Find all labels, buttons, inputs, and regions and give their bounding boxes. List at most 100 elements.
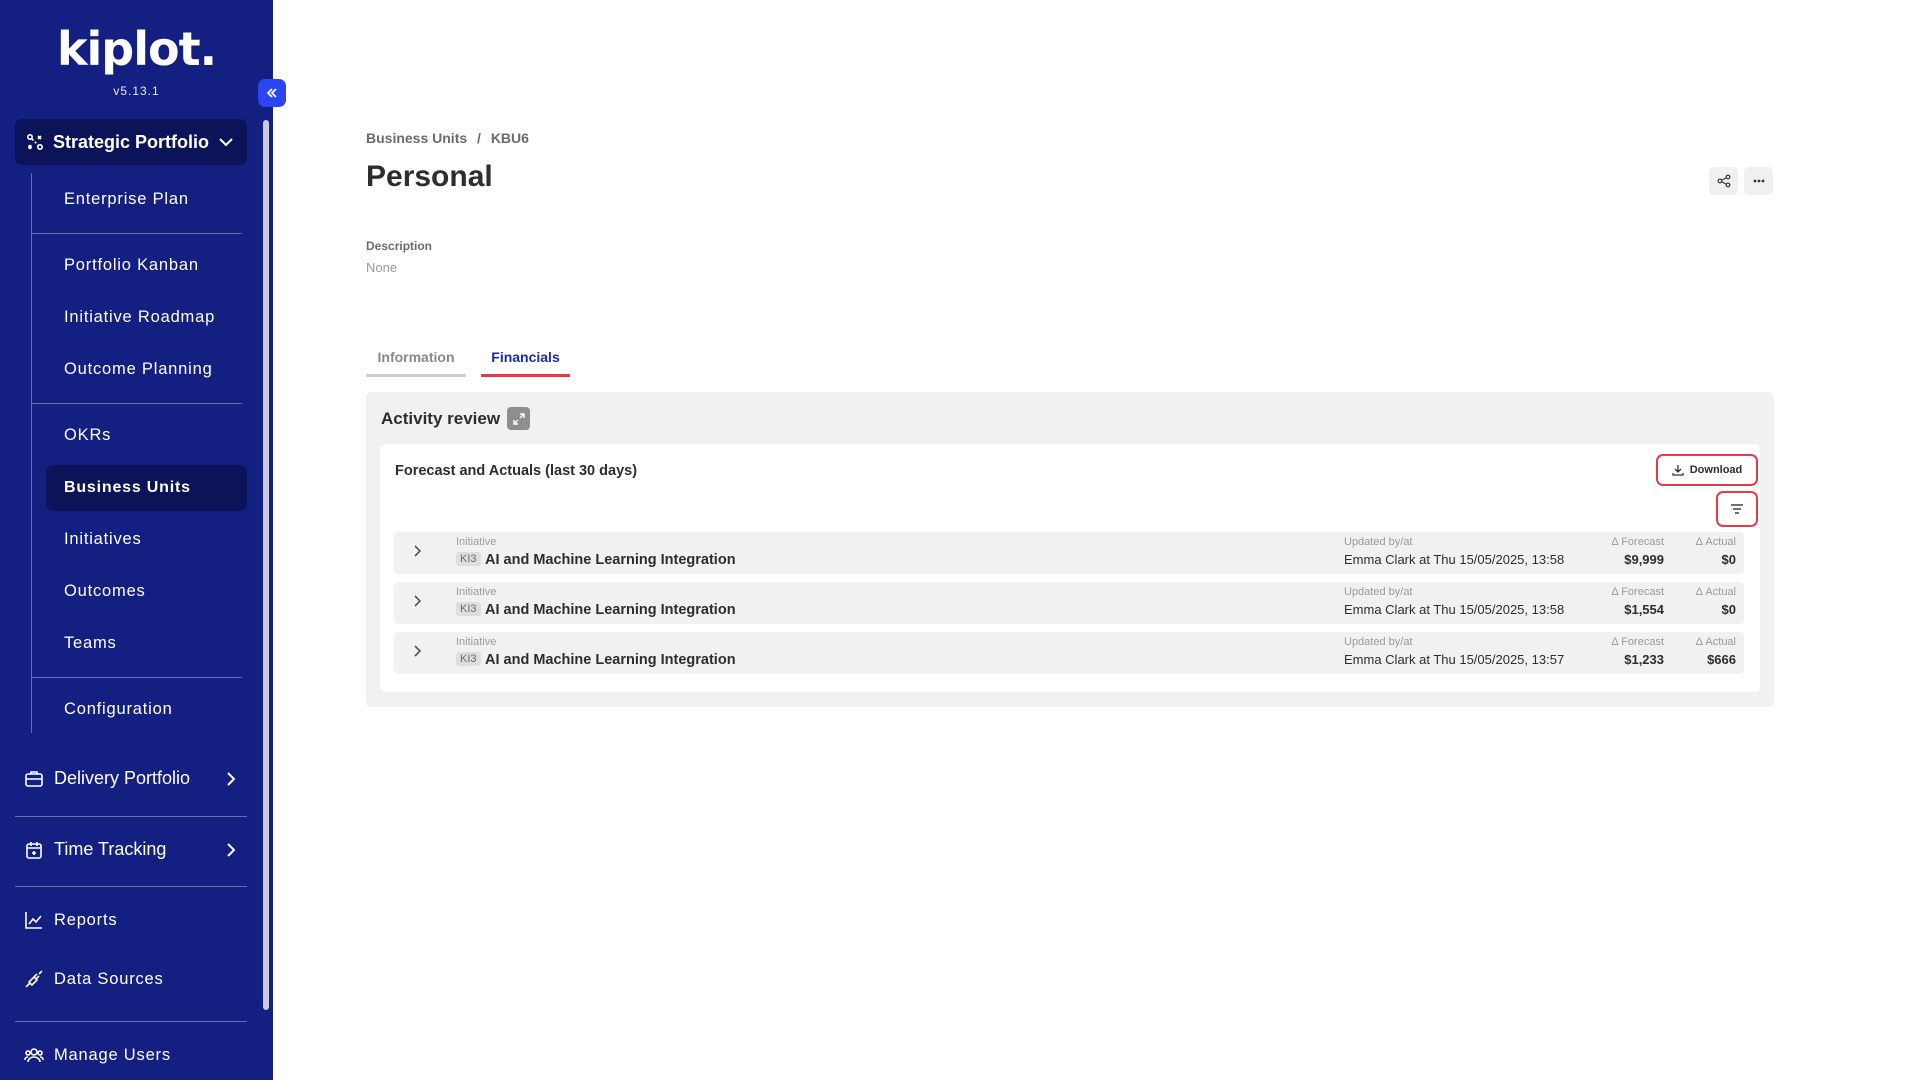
tab-financials[interactable]: Financials <box>481 349 570 377</box>
chevron-right-icon <box>227 842 236 857</box>
delivery-portfolio-label: Delivery Portfolio <box>54 768 191 788</box>
forecast-value: $1,233 <box>1624 652 1664 667</box>
sidebar-item-business-units[interactable]: Business Units <box>46 465 247 511</box>
expand-icon <box>512 412 525 425</box>
forecast-label: Δ Forecast <box>1611 636 1664 648</box>
download-icon <box>1672 465 1684 476</box>
table-row[interactable]: Initiative KI3 AI and Machine Learning I… <box>394 632 1744 674</box>
row-key-badge: KI3 <box>456 552 481 566</box>
actual-label: Δ Actual <box>1695 636 1736 648</box>
updated-label: Updated by/at <box>1344 536 1413 548</box>
app-version: v5.13.1 <box>113 84 160 98</box>
sidebar-item-portfolio-kanban[interactable]: Portfolio Kanban <box>64 256 199 275</box>
actual-label: Δ Actual <box>1695 586 1736 598</box>
divider <box>32 403 242 404</box>
sidebar-item-teams[interactable]: Teams <box>64 634 117 653</box>
sidebar-item-outcomes[interactable]: Outcomes <box>64 582 146 601</box>
data-sources-label: Data Sources <box>54 969 164 988</box>
table-row[interactable]: Initiative KI3 AI and Machine Learning I… <box>394 532 1744 574</box>
divider <box>15 816 247 817</box>
users-icon <box>24 1048 44 1063</box>
chevron-right-icon[interactable] <box>410 544 424 558</box>
row-key-badge: KI3 <box>456 602 481 616</box>
sidebar-item-okrs[interactable]: OKRs <box>64 426 111 445</box>
share-icon <box>1717 174 1730 188</box>
forecast-actuals-card: Forecast and Actuals (last 30 days) Down… <box>380 444 1760 692</box>
divider <box>32 677 242 678</box>
row-name[interactable]: AI and Machine Learning Integration <box>485 602 736 618</box>
divider <box>15 1021 247 1022</box>
collapse-sidebar-button[interactable] <box>258 79 286 107</box>
download-button[interactable]: Download <box>1656 454 1758 486</box>
sidebar-item-time-tracking[interactable]: Time Tracking <box>24 839 239 860</box>
chevron-right-icon[interactable] <box>410 644 424 658</box>
row-key-badge: KI3 <box>456 652 481 666</box>
table-row[interactable]: Initiative KI3 AI and Machine Learning I… <box>394 582 1744 624</box>
chevron-right-icon <box>227 771 236 786</box>
row-type: Initiative <box>456 536 497 548</box>
actual-value: $0 <box>1721 602 1736 617</box>
sidebar-item-enterprise-plan[interactable]: Enterprise Plan <box>64 190 189 209</box>
row-type: Initiative <box>456 586 497 598</box>
forecast-actuals-title: Forecast and Actuals (last 30 days) <box>395 463 638 479</box>
kiplot-logo[interactable]: kiplot. <box>0 22 273 76</box>
breadcrumb-business-units[interactable]: Business Units <box>366 130 467 146</box>
divider <box>15 886 247 887</box>
strategic-portfolio-subnav: Enterprise Plan Portfolio Kanban Initiat… <box>31 173 247 733</box>
sidebar-item-reports[interactable]: Reports <box>24 910 239 930</box>
forecast-value: $1,554 <box>1624 602 1664 617</box>
strategy-icon <box>26 133 44 151</box>
more-horizontal-icon <box>1753 179 1764 183</box>
divider <box>32 233 242 234</box>
breadcrumb-separator: / <box>477 130 481 146</box>
page-title: Personal <box>366 160 493 193</box>
sidebar-item-data-sources[interactable]: Data Sources <box>24 969 239 989</box>
sidebar-item-outcome-planning[interactable]: Outcome Planning <box>64 360 213 379</box>
filter-button[interactable] <box>1716 491 1758 527</box>
time-tracking-label: Time Tracking <box>54 839 167 859</box>
more-options-button[interactable] <box>1744 167 1773 195</box>
updated-value: Emma Clark at Thu 15/05/2025, 13:58 <box>1344 552 1565 567</box>
forecast-label: Δ Forecast <box>1611 586 1664 598</box>
actual-label: Δ Actual <box>1695 536 1736 548</box>
filter-icon <box>1731 504 1743 514</box>
download-label: Download <box>1689 464 1743 476</box>
reports-label: Reports <box>54 910 118 929</box>
updated-value: Emma Clark at Thu 15/05/2025, 13:57 <box>1344 652 1565 667</box>
expand-button[interactable] <box>507 407 530 430</box>
row-name[interactable]: AI and Machine Learning Integration <box>485 552 736 568</box>
sidebar: kiplot. v5.13.1 Strategic Portfolio Ente… <box>0 0 273 1080</box>
breadcrumb: Business Units / KBU6 <box>366 130 535 146</box>
row-name[interactable]: AI and Machine Learning Integration <box>485 652 736 668</box>
updated-value: Emma Clark at Thu 15/05/2025, 13:58 <box>1344 602 1565 617</box>
forecast-label: Δ Forecast <box>1611 536 1664 548</box>
sidebar-item-manage-users[interactable]: Manage Users <box>24 1045 239 1065</box>
breadcrumb-current: KBU6 <box>490 130 529 146</box>
tab-information[interactable]: Information <box>366 349 466 377</box>
forecast-value: $9,999 <box>1624 552 1664 567</box>
chevron-right-icon[interactable] <box>410 594 424 608</box>
sidebar-item-initiative-roadmap[interactable]: Initiative Roadmap <box>64 308 215 327</box>
sidebar-item-delivery-portfolio[interactable]: Delivery Portfolio <box>24 768 239 789</box>
double-chevron-left-icon <box>266 88 277 98</box>
updated-label: Updated by/at <box>1344 586 1413 598</box>
sidebar-scrollbar[interactable] <box>263 120 269 1010</box>
share-button[interactable] <box>1709 167 1738 195</box>
strategic-portfolio-toggle[interactable]: Strategic Portfolio <box>15 119 247 165</box>
updated-label: Updated by/at <box>1344 636 1413 648</box>
plug-icon <box>25 970 43 988</box>
line-chart-icon <box>25 912 42 929</box>
row-type: Initiative <box>456 636 497 648</box>
description-label: Description <box>366 239 433 253</box>
actual-value: $0 <box>1721 552 1736 567</box>
briefcase-icon <box>25 770 43 787</box>
strategic-portfolio-label: Strategic Portfolio <box>53 131 210 152</box>
calendar-icon <box>26 841 42 859</box>
manage-users-label: Manage Users <box>54 1045 171 1064</box>
activity-review-title: Activity review <box>381 409 501 428</box>
sidebar-item-configuration[interactable]: Configuration <box>64 700 173 719</box>
chevron-down-icon <box>217 133 235 151</box>
sidebar-item-initiatives[interactable]: Initiatives <box>64 530 142 549</box>
description-value: None <box>366 260 398 275</box>
activity-review-panel: Activity review Forecast and Actuals (la… <box>366 392 1774 707</box>
